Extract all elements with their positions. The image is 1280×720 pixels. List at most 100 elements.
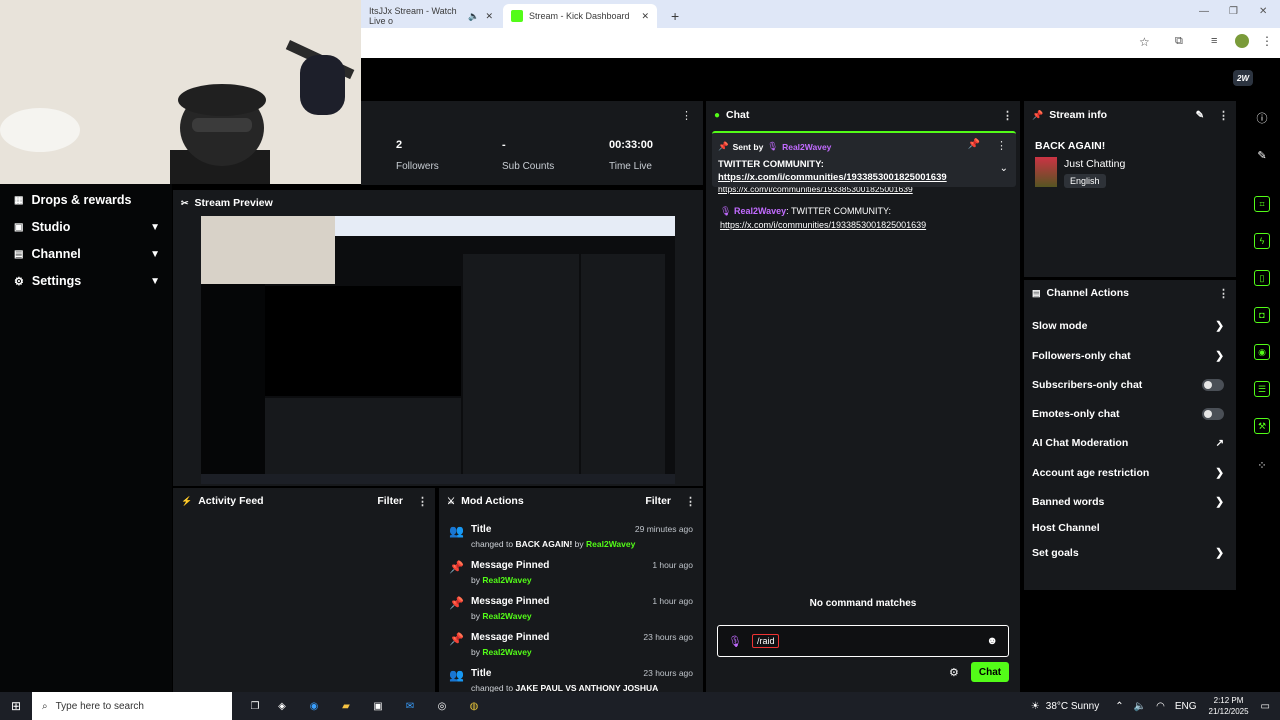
stream-title: BACK AGAIN! xyxy=(1035,140,1106,152)
emotes-only-toggle[interactable] xyxy=(1202,408,1224,420)
bolt-icon[interactable]: ϟ xyxy=(1254,233,1270,249)
more-options-icon[interactable]: ⋮ xyxy=(1218,109,1229,122)
crop-icon[interactable]: ⌗ xyxy=(1254,196,1270,212)
action-label: Account age restriction xyxy=(1032,467,1150,479)
browser-tab-2[interactable]: Stream - Kick Dashboard ✕ xyxy=(503,4,657,28)
action-set-goals[interactable]: Set goals ❯ xyxy=(1032,547,1224,559)
chat-icon[interactable]: ◘ xyxy=(1254,307,1270,323)
sidebar-item-channel[interactable]: ▤ Channel ▼ xyxy=(14,247,160,261)
chevron-down-icon[interactable]: ⌄ xyxy=(1000,163,1008,174)
file-explorer-icon[interactable]: ▰ xyxy=(330,701,362,712)
taskbar-weather[interactable]: 38°C Sunny xyxy=(1046,701,1099,712)
action-label: Followers-only chat xyxy=(1032,350,1131,362)
sidebar-item-label: Settings xyxy=(31,274,82,288)
speaker-icon[interactable]: 🔈 xyxy=(1134,701,1146,712)
edit-icon[interactable]: ✎ xyxy=(1196,110,1204,121)
taskbar-clock[interactable]: 2:12 PM 21/12/2025 xyxy=(1209,695,1249,717)
pencil-icon[interactable]: ✎ xyxy=(1254,147,1270,163)
action-slow-mode[interactable]: Slow mode ❯ xyxy=(1032,320,1224,332)
store-icon[interactable]: ▣ xyxy=(362,701,394,712)
restore-icon[interactable]: ❐ xyxy=(1229,6,1238,17)
layout-icon[interactable]: ☰ xyxy=(1254,381,1270,397)
action-ai-chat-moderation[interactable]: AI Chat Moderation ↗ xyxy=(1032,437,1224,449)
sidebar-item-drops-rewards[interactable]: ▦ Drops & rewards xyxy=(14,193,160,207)
stream-category[interactable]: Just Chatting xyxy=(1064,158,1125,170)
filter-button[interactable]: Filter xyxy=(645,495,671,507)
notifications-icon[interactable]: ▭ xyxy=(1261,701,1270,712)
action-followers-only-chat[interactable]: Followers-only chat ❯ xyxy=(1032,350,1224,362)
username-link[interactable]: Real2Wavey xyxy=(586,539,635,549)
channel-icon: ▤ xyxy=(14,248,24,260)
pinned-link[interactable]: https://x.com/i/communities/193385300182… xyxy=(718,172,947,183)
preview-taskbar xyxy=(201,474,675,484)
chat-link[interactable]: https://x.com/i/communities/193385300182… xyxy=(718,187,1008,195)
stream-preview-video[interactable] xyxy=(201,216,675,484)
username-link[interactable]: Real2Wavey xyxy=(734,206,786,216)
sidebar-item-settings[interactable]: ⚙ Settings ▼ xyxy=(14,274,160,288)
username-link[interactable]: Real2Wavey xyxy=(482,611,531,621)
action-banned-words[interactable]: Banned words ❯ xyxy=(1032,496,1224,508)
subscribers-only-toggle[interactable] xyxy=(1202,379,1224,391)
wrench-icon[interactable]: ⚒ xyxy=(1254,418,1270,434)
mail-icon[interactable]: ✉ xyxy=(394,701,426,712)
search-icon: ⌕ xyxy=(42,700,48,712)
broadcast-icon[interactable]: ◉ xyxy=(1254,344,1270,360)
more-options-icon[interactable]: ⋮ xyxy=(1002,109,1013,122)
username-link[interactable]: Real2Wavey xyxy=(782,142,831,152)
chat-input-value[interactable]: /raid xyxy=(751,634,780,648)
pinned-text: TWITTER COMMUNITY: xyxy=(718,159,824,170)
windows-start-icon[interactable]: ⊞ xyxy=(0,699,32,713)
action-account-age-restriction[interactable]: Account age restriction ❯ xyxy=(1032,467,1224,479)
detail-prefix: changed to xyxy=(471,683,514,692)
star-icon[interactable]: ☆ xyxy=(1139,35,1150,49)
task-view-icon[interactable]: ❐ xyxy=(244,701,266,712)
browser-tab-1[interactable]: ItsJJx Stream - Watch Live o 🔈 ✕ xyxy=(361,4,501,28)
send-chat-button[interactable]: Chat xyxy=(971,662,1009,682)
chat-link[interactable]: https://x.com/i/communities/193385300182… xyxy=(720,220,926,230)
username-link[interactable]: Real2Wavey xyxy=(482,647,531,657)
chrome-icon[interactable]: ◍ xyxy=(458,701,490,712)
extensions-icon[interactable]: ⧉ xyxy=(1175,35,1183,48)
mod-action-time: 23 hours ago xyxy=(643,632,693,642)
more-options-icon[interactable]: ⋮ xyxy=(681,109,692,122)
user-avatar[interactable]: 2W xyxy=(1233,70,1253,86)
tray-chevron-icon[interactable]: ⌃ xyxy=(1115,701,1123,712)
chat-input-box[interactable]: 🎙 /raid ☻ xyxy=(717,625,1009,657)
reading-list-icon[interactable]: ≡ xyxy=(1211,35,1217,47)
close-icon[interactable]: ✕ xyxy=(641,11,649,22)
apps-icon[interactable]: ⁘ xyxy=(1254,457,1270,473)
emoji-icon[interactable]: ☻ xyxy=(986,635,998,647)
chat-bubble-icon: ● xyxy=(714,109,721,121)
more-options-icon[interactable]: ⋮ xyxy=(685,495,696,508)
gear-icon[interactable]: ⚙ xyxy=(949,666,959,679)
panel-title: Stream info xyxy=(1049,109,1107,121)
filter-button[interactable]: Filter xyxy=(377,495,403,507)
speaker-icon[interactable]: 🔈 xyxy=(468,11,479,22)
mod-action-item: 👥 Title 23 hours ago changed to JAKE PAU… xyxy=(449,668,693,692)
username-link[interactable]: Real2Wavey xyxy=(482,575,531,585)
minimize-icon[interactable]: — xyxy=(1199,6,1209,17)
sidebar-item-studio[interactable]: ▣ Studio ▼ xyxy=(14,220,160,234)
info-icon[interactable]: ⓘ xyxy=(1254,110,1270,126)
mod-action-detail: changed to JAKE PAUL VS ANTHONY JOSHUA xyxy=(449,683,693,692)
more-options-icon[interactable]: ⋮ xyxy=(1218,287,1229,300)
unpin-icon[interactable]: 📌 xyxy=(968,139,980,150)
preview-chat-area xyxy=(463,254,579,474)
taskbar-language[interactable]: ENG xyxy=(1175,701,1197,712)
obs-icon[interactable]: ◎ xyxy=(426,701,458,712)
taskbar-search[interactable]: ⌕ Type here to search xyxy=(32,692,232,720)
new-tab-button[interactable]: + xyxy=(663,4,683,28)
grid-icon: ▦ xyxy=(14,194,24,206)
wifi-icon[interactable]: ◠ xyxy=(1156,701,1165,712)
webcam-image xyxy=(0,0,361,184)
more-options-icon[interactable]: ⋮ xyxy=(417,495,428,508)
profile-icon[interactable] xyxy=(1235,34,1249,48)
browser-menu-icon[interactable]: ⋮ xyxy=(1261,34,1273,48)
window-close-icon[interactable]: ✕ xyxy=(1259,6,1267,17)
more-options-icon[interactable]: ⋮ xyxy=(996,139,1007,152)
edge-icon[interactable]: ◉ xyxy=(298,701,330,712)
close-icon[interactable]: ✕ xyxy=(485,11,493,22)
document-icon[interactable]: ▯ xyxy=(1254,270,1270,286)
action-host-channel[interactable]: Host Channel xyxy=(1032,522,1224,534)
copilot-icon[interactable]: ◈ xyxy=(266,701,298,712)
